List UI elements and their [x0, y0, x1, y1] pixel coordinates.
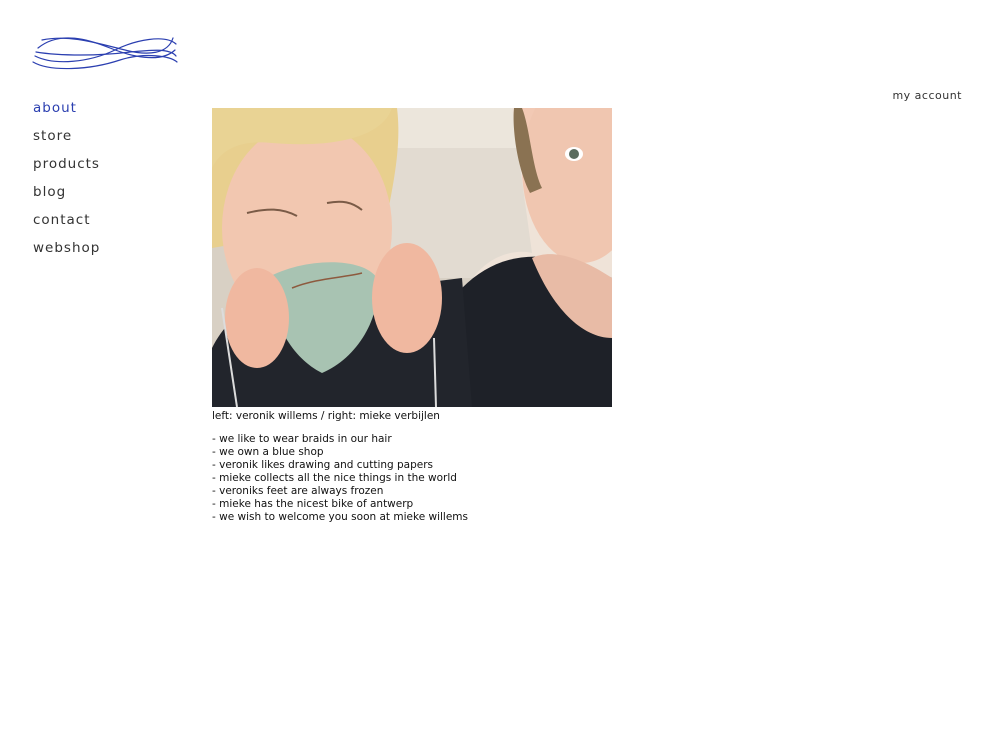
list-item: - we own a blue shop	[212, 446, 324, 458]
photo-caption: left: veronik willems / right: mieke ver…	[212, 410, 440, 422]
about-facts-list: - we like to wear braids in our hair - w…	[212, 433, 468, 524]
list-item: - we like to wear braids in our hair	[212, 433, 392, 445]
nav-item-about[interactable]: about	[33, 98, 100, 126]
list-item: - veronik likes drawing and cutting pape…	[212, 459, 434, 471]
list-item: - veroniks feet are always frozen	[212, 485, 384, 497]
nav-item-store[interactable]: store	[33, 126, 100, 154]
logo-thread-icon[interactable]	[30, 26, 180, 74]
list-item: - we wish to welcome you soon at mieke w…	[212, 511, 468, 523]
about-photo	[212, 108, 612, 407]
list-item: - mieke collects all the nice things in …	[212, 472, 457, 484]
nav-item-products[interactable]: products	[33, 154, 100, 182]
my-account-link[interactable]: my account	[892, 89, 962, 102]
nav-item-contact[interactable]: contact	[33, 210, 100, 238]
list-item: - mieke has the nicest bike of antwerp	[212, 498, 414, 510]
nav-item-webshop[interactable]: webshop	[33, 238, 100, 266]
nav-item-blog[interactable]: blog	[33, 182, 100, 210]
main-navigation: about store products blog contact websho…	[33, 98, 100, 266]
